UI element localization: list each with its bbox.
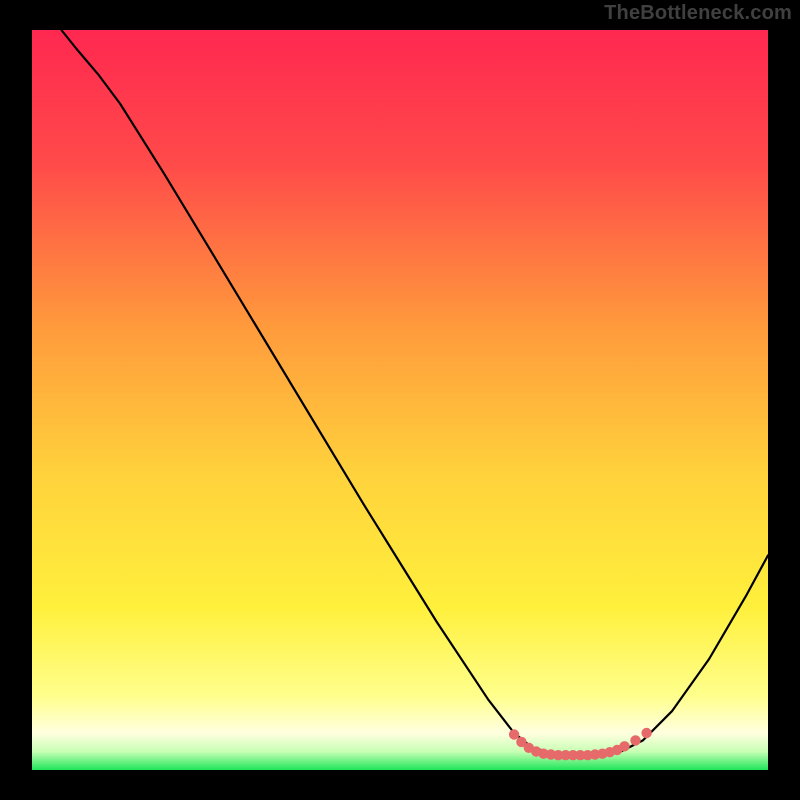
- optimum-dot: [619, 741, 629, 751]
- chart-frame: TheBottleneck.com: [0, 0, 800, 800]
- optimum-dot: [509, 729, 519, 739]
- optimum-dot: [641, 728, 651, 738]
- optimum-dot: [630, 735, 640, 745]
- watermark-text: TheBottleneck.com: [604, 2, 792, 25]
- bottleneck-chart: [0, 0, 800, 800]
